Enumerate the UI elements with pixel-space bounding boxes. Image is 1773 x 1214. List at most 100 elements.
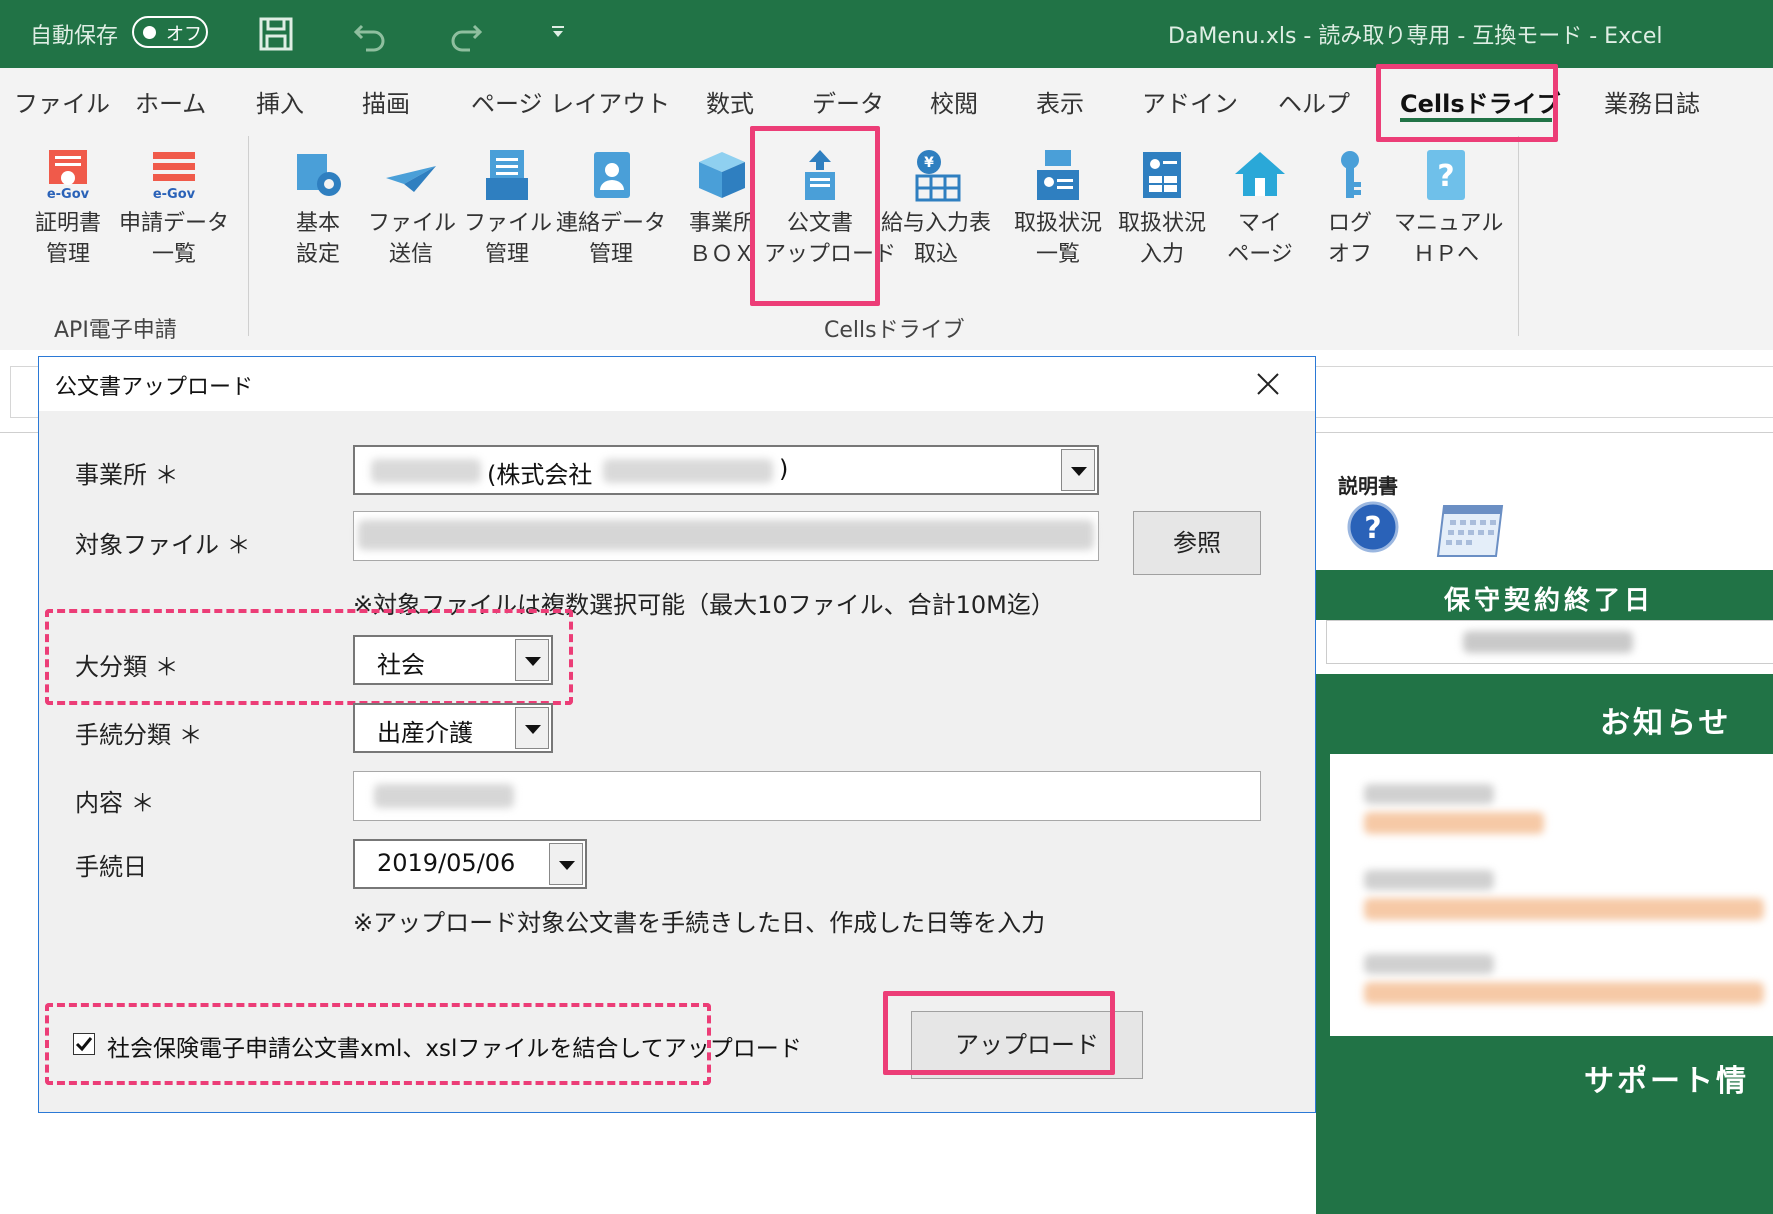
yen-table-icon: ¥ <box>909 148 963 202</box>
support-title: サポート情 <box>1584 1064 1749 1099</box>
my-page-button[interactable]: マイ ページ <box>1220 148 1300 270</box>
autosave-state: オフ <box>166 24 202 45</box>
tab-file[interactable]: ファイル <box>14 84 110 119</box>
status-input-button[interactable]: 取扱状況 入力 <box>1110 148 1214 270</box>
office-select[interactable]: (株式会社 ) <box>353 445 1099 495</box>
tab-view[interactable]: 表示 <box>1036 84 1084 119</box>
highlight-major-category <box>45 609 573 705</box>
tab-page-layout[interactable]: ページ レイアウト <box>471 84 670 119</box>
button-label: ページ <box>1227 242 1293 267</box>
highlight-merge-checkbox <box>45 1003 711 1085</box>
certificate-management-button[interactable]: e-Gov 証明書 管理 <box>28 148 108 270</box>
content-input[interactable] <box>353 771 1261 821</box>
target-file-label: 対象ファイル ＊ <box>75 531 251 559</box>
button-label: 取込 <box>913 242 958 267</box>
button-label: 設定 <box>295 242 340 267</box>
tab-insert[interactable]: 挿入 <box>256 84 304 119</box>
dialog-title: 公文書アップロード <box>55 375 254 400</box>
date-note: ※アップロード対象公文書を手続きした日、作成した日等を入力 <box>353 909 1046 937</box>
contact-data-icon <box>584 148 638 202</box>
status-list-button[interactable]: 取扱状況 一覧 <box>1006 148 1110 270</box>
group-name-cells-drive: Cellsドライブ <box>824 318 965 343</box>
chevron-down-icon[interactable] <box>515 707 549 749</box>
button-label: マイ <box>1237 211 1282 236</box>
highlight-upload-ribbon-button <box>750 126 880 306</box>
procedure-category-select[interactable]: 出産介護 <box>353 703 553 753</box>
group-name-api: API電子申請 <box>54 318 177 343</box>
office-value-close: ) <box>779 455 789 483</box>
redo-icon[interactable] <box>448 16 484 52</box>
tab-work-log[interactable]: 業務日誌 <box>1604 84 1700 119</box>
save-icon[interactable] <box>258 16 294 52</box>
maintenance-header: 保守契約終了日 <box>1316 570 1773 620</box>
tab-addins[interactable]: アドイン <box>1142 84 1238 119</box>
svg-text:?: ? <box>1364 511 1381 546</box>
autosave-label: 自動保存 <box>30 24 119 49</box>
chevron-down-icon[interactable] <box>549 843 583 885</box>
notice-section: お知らせ サポート情 <box>1316 674 1773 1214</box>
basic-settings-button[interactable]: 基本 設定 <box>278 148 358 270</box>
title-bar: 自動保存 オフ DaMenu.xls - 読み取り専用 - 互換モード - Ex… <box>0 0 1773 68</box>
tab-home[interactable]: ホーム <box>135 84 206 119</box>
svg-text:¥: ¥ <box>924 155 934 171</box>
procedure-date-value: 2019/05/06 <box>377 849 516 877</box>
certificate-icon: e-Gov <box>41 148 95 202</box>
application-list-icon: e-Gov <box>147 148 201 202</box>
manual-hp-button[interactable]: ? マニュアル ＨＰへ <box>1394 148 1503 270</box>
procedure-category-label: 手続分類 ＊ <box>75 721 203 749</box>
contact-data-management-button[interactable]: 連絡データ 管理 <box>552 148 670 270</box>
tab-draw[interactable]: 描画 <box>362 84 410 119</box>
svg-text:?: ? <box>1437 159 1454 194</box>
button-label: 連絡データ <box>555 211 666 236</box>
chevron-down-icon[interactable] <box>1061 449 1095 491</box>
button-label: 一覧 <box>1035 242 1080 267</box>
redacted-value <box>1463 631 1633 653</box>
undo-icon[interactable] <box>352 16 388 52</box>
browse-button[interactable]: 参照 <box>1133 511 1261 575</box>
application-data-list-button[interactable]: e-Gov 申請データ 一覧 <box>118 148 230 270</box>
help-icon[interactable]: ? <box>1346 500 1400 554</box>
autosave-toggle[interactable]: オフ <box>132 16 208 48</box>
group-divider <box>1518 136 1519 336</box>
highlight-cells-drive-tab <box>1376 64 1558 142</box>
office-label: 事業所 ＊ <box>75 461 179 489</box>
office-value: (株式会社 <box>487 461 593 489</box>
tab-data[interactable]: データ <box>812 84 884 119</box>
button-label: 管理 <box>484 242 529 267</box>
tab-review[interactable]: 校閲 <box>930 84 978 119</box>
button-label: ファイル <box>368 211 457 236</box>
file-management-button[interactable]: ファイル 管理 <box>464 148 553 270</box>
highlight-upload-button <box>883 991 1115 1075</box>
button-label: 送信 <box>388 242 433 267</box>
button-label: ファイル <box>464 211 553 236</box>
close-icon[interactable] <box>1253 369 1283 399</box>
redacted-link[interactable] <box>1364 982 1764 1004</box>
tab-help[interactable]: ヘルプ <box>1278 84 1350 119</box>
file-send-button[interactable]: ファイル 送信 <box>368 148 457 270</box>
procedure-date-picker[interactable]: 2019/05/06 <box>353 839 587 889</box>
tab-formulas[interactable]: 数式 <box>706 84 754 119</box>
redacted-link[interactable] <box>1364 898 1764 920</box>
home-icon <box>1233 148 1287 202</box>
document-title: DaMenu.xls - 読み取り専用 - 互換モード - Excel <box>1168 24 1663 49</box>
log-off-button[interactable]: ログ オフ <box>1318 148 1382 270</box>
salary-input-import-button[interactable]: ¥ 給与入力表 取込 <box>876 148 996 270</box>
svg-text:e-Gov: e-Gov <box>47 187 90 202</box>
procedure-category-value: 出産介護 <box>377 719 473 747</box>
quick-access-dropdown-icon[interactable] <box>550 24 566 40</box>
redacted-link[interactable] <box>1364 812 1544 834</box>
file-stack-icon <box>480 148 534 202</box>
settings-gear-icon <box>291 148 345 202</box>
button-label: 管理 <box>45 242 90 267</box>
svg-text:e-Gov: e-Gov <box>153 187 196 202</box>
manual-label: 説明書 <box>1338 474 1398 498</box>
redacted-value <box>371 459 481 483</box>
target-file-input[interactable] <box>353 511 1099 561</box>
box-icon <box>695 148 749 202</box>
toggle-knob <box>143 26 156 39</box>
button-label: 証明書 <box>34 211 101 236</box>
button-label: 申請データ <box>118 211 229 236</box>
status-list-icon <box>1031 148 1085 202</box>
procedure-date-label: 手続日 <box>75 853 147 881</box>
calendar-icon[interactable] <box>1436 500 1510 558</box>
